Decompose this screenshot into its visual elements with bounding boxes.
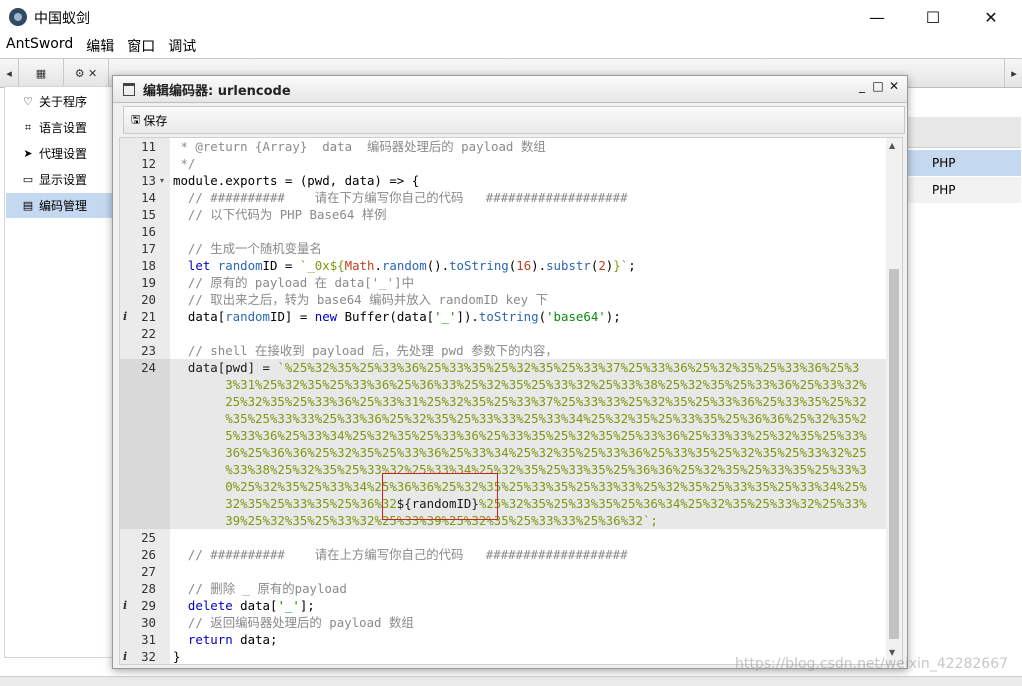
dialog-title: 编辑编码器: urlencode — [143, 84, 291, 99]
code-line: * @return {Array} data 编码器处理后的 payload 数… — [173, 139, 546, 154]
line-number: 28 — [141, 581, 156, 596]
line-number: 15 — [141, 207, 156, 222]
menu-bar: AntSword 编辑 窗口 调试 — [0, 34, 1022, 56]
line-number: 11 — [141, 139, 156, 154]
sidebar-item-label: 编码管理 — [39, 199, 88, 213]
sidebar-item-label: 关于程序 — [39, 95, 88, 109]
close-button[interactable]: ✕ — [968, 0, 1014, 34]
line-number: 12 — [141, 156, 156, 171]
line-number: 30 — [141, 615, 156, 630]
save-label: 保存 — [143, 113, 168, 128]
code-line: // ########## 请在下方编写你自己的代码 #############… — [173, 190, 628, 205]
line-number: 14 — [141, 190, 156, 205]
info-icon[interactable]: i — [123, 308, 127, 325]
code-line: // 返回编码器处理后的 payload 数组 — [173, 615, 414, 630]
line-number: 27 — [141, 564, 156, 579]
language-icon: ⌗ — [24, 120, 32, 134]
dialog-maximize-button[interactable]: □ — [871, 79, 885, 97]
dialog-close-button[interactable]: ✕ — [887, 79, 901, 97]
sidebar-item-label: 代理设置 — [39, 147, 88, 161]
code-line: // 生成一个随机变量名 — [173, 241, 322, 256]
code-line: delete data['_']; — [187, 598, 315, 613]
scroll-up-icon[interactable]: ▲ — [889, 141, 895, 150]
line-number: 31 — [141, 632, 156, 647]
line-number: 22 — [141, 326, 156, 341]
line-number: 17 — [141, 241, 156, 256]
list-header — [901, 117, 1021, 148]
code-editor[interactable]: 11 12 13 ▾ 14 15 16 17 18 19 20 21 i 22 23 24 25 26 27 28 29… — [119, 137, 903, 665]
menu-edit[interactable]: 编辑 — [80, 34, 121, 56]
code-line: let randomID = `_0x${Math.random().toStr… — [187, 258, 636, 273]
sidebar-item-label: 语言设置 — [39, 121, 88, 135]
dialog-toolbar: 🖫 保存 — [123, 106, 905, 134]
send-icon: ➤ — [23, 147, 33, 160]
sidebar-item-label: 显示设置 — [39, 173, 88, 187]
menu-antsword[interactable]: AntSword — [0, 34, 80, 56]
info-icon[interactable]: i — [123, 648, 127, 664]
code-line: */ — [173, 156, 196, 171]
line-number: 26 — [141, 547, 156, 562]
line-number: 20 — [141, 292, 156, 307]
code-line: data[randomID] = new Buffer(data['_']).t… — [173, 309, 621, 324]
antsword-logo-icon — [9, 8, 27, 26]
list-item-type: PHP — [932, 183, 956, 197]
window-title: 中国蚁剑 — [34, 11, 90, 27]
line-number-gutter: 11 12 13 ▾ 14 15 16 17 18 19 20 21 i 22 23 24 25 26 27 28 29… — [120, 138, 170, 664]
sidebar-item-language[interactable]: ⌗ 语言设置 — [6, 115, 114, 140]
code-line: } — [173, 649, 181, 664]
list-item-type: PHP — [932, 156, 956, 170]
vertical-scrollbar[interactable]: ▲ ▼ — [886, 138, 902, 664]
line-number: 18 — [141, 258, 156, 273]
settings-sidebar: ♡ 关于程序 ⌗ 语言设置 ➤ 代理设置 ▭ 显示设置 ▤ 编码管理 — [4, 86, 116, 658]
sidebar-item-display[interactable]: ▭ 显示设置 — [6, 167, 114, 192]
code-line: data[pwd] = `%25%32%35%25%33%36%25%33%35… — [173, 360, 867, 528]
tab-scroll-left-icon[interactable]: ◂ — [0, 59, 19, 87]
line-number: 16 — [141, 224, 156, 239]
list-item[interactable]: PHP — [901, 150, 1021, 176]
save-button[interactable]: 🖫 保存 — [128, 109, 170, 131]
watermark: https://blog.csdn.net/weixin_42282667 — [735, 656, 1009, 672]
code-line: return data; — [187, 632, 278, 647]
code-line: // 删除 _ 原有的payload — [173, 581, 347, 596]
fold-arrow-icon[interactable]: ▾ — [160, 172, 164, 189]
dialog-titlebar[interactable]: 编辑编码器: urlencode _ □ ✕ — [113, 76, 907, 103]
code-line: // 取出来之后，转为 base64 编码并放入 randomID key 下 — [173, 292, 548, 307]
line-number: 23 — [141, 343, 156, 358]
code-area[interactable]: * @return {Array} data 编码器处理后的 payload 数… — [170, 138, 886, 664]
code-file-icon: ▤ — [22, 199, 34, 212]
encoder-list-panel: PHP PHP — [900, 117, 1021, 657]
window-titlebar: 中国蚁剑 — ☐ ✕ — [0, 0, 1022, 34]
heart-icon: ♡ — [23, 95, 33, 108]
edit-encoder-dialog: 编辑编码器: urlencode _ □ ✕ 🖫 保存 11 12 13 ▾ 14 15 1… — [112, 75, 908, 669]
grid-icon[interactable]: ▦ — [19, 59, 64, 87]
code-line: // 以下代码为 PHP Base64 样例 — [173, 207, 387, 222]
dialog-minimize-button[interactable]: _ — [855, 79, 869, 97]
menu-debug[interactable]: 调试 — [162, 34, 203, 56]
list-item[interactable]: PHP — [901, 177, 1021, 203]
code-line: // shell 在接收到 payload 后，先处理 pwd 参数下的内容， — [173, 343, 558, 358]
active-line-gutter — [120, 359, 170, 529]
scrollbar-thumb[interactable] — [889, 269, 899, 639]
menu-window[interactable]: 窗口 — [121, 34, 162, 56]
sidebar-item-encoder[interactable]: ▤ 编码管理 — [6, 193, 114, 218]
code-line: // ########## 请在上方编写你自己的代码 #############… — [173, 547, 628, 562]
info-icon[interactable]: i — [123, 597, 127, 614]
maximize-button[interactable]: ☐ — [910, 0, 956, 34]
sidebar-item-proxy[interactable]: ➤ 代理设置 — [6, 141, 114, 166]
sidebar-item-about[interactable]: ♡ 关于程序 — [6, 89, 114, 114]
monitor-icon: ▭ — [22, 173, 34, 186]
code-line: // 原有的 payload 在 data['_']中 — [173, 275, 414, 290]
gear-icon[interactable]: ⚙ ✕ — [64, 59, 109, 87]
line-number: 19 — [141, 275, 156, 290]
save-icon: 🖫 — [131, 112, 141, 126]
line-number: 13 — [141, 173, 156, 188]
line-number: 25 — [141, 530, 156, 545]
tab-scroll-right-icon[interactable]: ▸ — [1004, 59, 1022, 87]
code-line: module.exports = (pwd, data) => { — [173, 173, 420, 188]
minimize-button[interactable]: — — [854, 0, 900, 34]
line-number: 24 — [141, 360, 156, 375]
highlight-box — [382, 473, 498, 520]
window-icon — [123, 83, 135, 96]
